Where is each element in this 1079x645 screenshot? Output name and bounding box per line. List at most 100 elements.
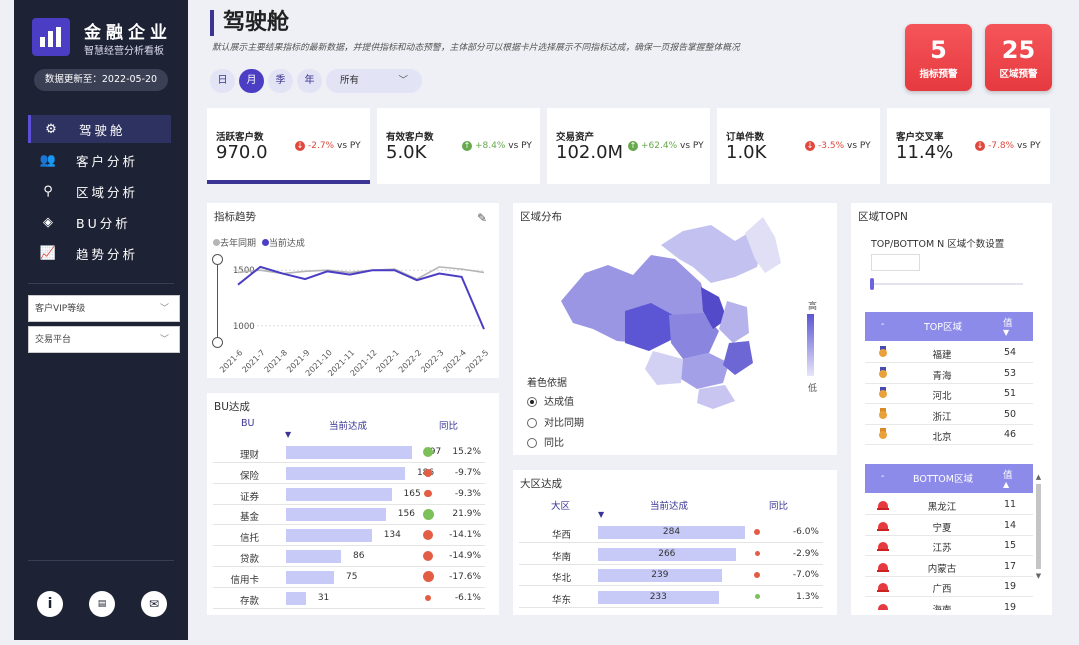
kpi-card-cross-rate[interactable]: 客户交叉率 11.4% ↓ -7.8% vs PY [887, 108, 1050, 184]
value-bar [286, 570, 334, 584]
radio-circle [527, 397, 537, 407]
topn-slider-track[interactable] [871, 283, 1023, 285]
kpi-card-valid-customers[interactable]: 有效客户数 5.0K ↑ +8.4% vs PY [377, 108, 540, 184]
legend-high-label: 高 [808, 302, 818, 312]
kpi-delta: ↑ +8.4% vs PY [462, 141, 532, 151]
table-row[interactable]: 海南 19 [865, 597, 1033, 610]
table-row[interactable]: 宁夏 14 [865, 515, 1033, 536]
row-name: 信用卡 [230, 574, 259, 586]
yoy-value: 1.3% [796, 591, 819, 602]
table-row[interactable]: 北京 46 [865, 424, 1033, 445]
value-label: 233 [649, 591, 667, 602]
sort-desc-icon[interactable]: ▼ [598, 510, 604, 519]
region-name: 黑龙江 [927, 502, 957, 513]
nav-item-label: 客户分析 [76, 153, 139, 169]
table-row[interactable]: 信用卡 75 -17.6% [207, 567, 499, 588]
table-row[interactable]: 广西 19 [865, 576, 1033, 597]
scrollbar-thumb[interactable] [1036, 484, 1041, 569]
table-row[interactable]: 福建 54 [865, 342, 1033, 363]
legend-low-label: 低 [808, 384, 818, 394]
value-label: 156 [397, 509, 415, 520]
table-row[interactable]: 青海 53 [865, 363, 1033, 384]
nav-item-region[interactable]: ⚲ 区域分析 [28, 177, 171, 205]
info-icon[interactable]: i [37, 591, 63, 617]
topn-slider-handle[interactable] [870, 278, 874, 290]
panel-title: 大区达成 [520, 478, 562, 490]
radio-achieved-value[interactable]: 达成值 [527, 393, 574, 408]
nav-item-bu[interactable]: ◈ BU分析 [28, 208, 171, 236]
topn-panel: 区域TOPN TOP/BOTTOM N 区域个数设置 - TOP区域 值 ▼ 福… [851, 203, 1052, 615]
table-row[interactable]: 华南 266 -2.9% [513, 544, 837, 565]
document-icon[interactable]: ▤ [89, 591, 115, 617]
nav-item-trend[interactable]: 📈 趋势分析 [28, 239, 171, 267]
period-year-button[interactable]: 年 [297, 69, 322, 93]
arrow-up-icon: ↑ [628, 141, 638, 151]
kpi-title: 有效客户数 [386, 132, 434, 143]
region-name: 青海 [932, 370, 952, 382]
period-month-button[interactable]: 月 [239, 69, 264, 93]
mail-icon[interactable]: ✉ [141, 591, 167, 617]
indicator-alert-card[interactable]: 5 指标预警 [905, 24, 972, 91]
status-dot [754, 594, 760, 599]
nav-item-customer[interactable]: 👥 客户分析 [28, 146, 171, 174]
scroll-up-icon[interactable]: ▲ [1035, 473, 1042, 481]
table-row[interactable]: 证券 165 -9.3% [207, 484, 499, 505]
value-label: 284 [662, 527, 681, 537]
kpi-card-active-customers[interactable]: 活跃客户数 970.0 ↓ -2.7% vs PY [207, 108, 370, 184]
radio-compare-period[interactable]: 对比同期 [527, 414, 584, 429]
table-row[interactable]: 浙江 50 [865, 404, 1033, 425]
nav-item-label: BU分析 [76, 215, 131, 231]
brand-subtitle: 智慧经营分析看板 [84, 46, 164, 57]
region-value: 14 [1003, 519, 1017, 531]
period-day-button[interactable]: 日 [210, 69, 235, 93]
kpi-delta: ↓ -3.5% vs PY [805, 141, 871, 151]
kpi-delta: ↑ +62.4% vs PY [628, 141, 704, 151]
row-name: 贷款 [239, 554, 259, 565]
table-row[interactable]: 基金 156 21.9% [207, 504, 499, 526]
chevron-down-icon: ﹀ [159, 304, 169, 314]
scroll-down-icon[interactable]: ▼ [1035, 572, 1042, 580]
column-header-current: 当前达成 [650, 501, 689, 512]
radio-label: 达成值 [544, 397, 574, 408]
table-row[interactable]: 存款 31 -6.1% [207, 588, 499, 609]
region-name: 北京 [932, 432, 952, 443]
table-row[interactable]: 华北 239 -7.0% [513, 565, 837, 586]
table-row[interactable]: 理财19715.2% [207, 442, 499, 463]
header-cell: - [881, 471, 885, 482]
divider [28, 560, 174, 561]
period-quarter-button[interactable]: 季 [268, 69, 293, 93]
table-row[interactable]: 黑龙江 11 [865, 494, 1033, 515]
table-row[interactable]: 信托 134 -14.1% [207, 525, 499, 547]
x-tick-label: 2022-2 [397, 348, 423, 374]
table-row[interactable]: 华东 233 1.3% [513, 587, 837, 608]
kpi-card-order-count[interactable]: 订单件数 1.0K ↓ -3.5% vs PY [717, 108, 880, 184]
x-tick-label: 2022-3 [419, 348, 445, 374]
value-label: 134 [383, 530, 401, 541]
region-alert-card[interactable]: 25 区域预警 [985, 24, 1052, 91]
table-row[interactable]: 河北 51 [865, 383, 1033, 404]
table-row[interactable]: 贷款 86 -14.9% [207, 546, 499, 567]
sort-desc-icon[interactable]: ▼ [1003, 328, 1009, 337]
nav-item-cockpit[interactable]: ⚙ 驾驶舱 [28, 115, 171, 143]
table-row[interactable]: 保险186-9.7% [207, 463, 499, 484]
vip-level-select[interactable]: 客户VIP等级 ﹀ [28, 295, 180, 322]
scope-select[interactable]: 所有 ﹀ [326, 69, 422, 93]
platform-select[interactable]: 交易平台 ﹀ [28, 326, 180, 353]
sort-desc-icon[interactable]: ▼ [285, 430, 291, 439]
trophy-icon [878, 407, 888, 420]
radio-label: 对比同期 [544, 418, 584, 429]
kpi-card-trade-assets[interactable]: 交易资产 102.0M ↑ +62.4% vs PY [547, 108, 710, 184]
row-name: 保险 [239, 470, 259, 482]
table-row[interactable]: 江苏 15 [865, 535, 1033, 556]
table-row[interactable]: 华西 284 -6.0% [513, 522, 837, 543]
status-dot [422, 530, 434, 541]
value-bar [286, 550, 341, 563]
cube-icon: ◈ [43, 214, 53, 230]
table-row[interactable]: 内蒙古 17 [865, 556, 1033, 577]
series-line-current[interactable] [237, 265, 485, 330]
radio-yoy[interactable]: 同比 [527, 434, 564, 449]
topn-count-input[interactable] [871, 254, 920, 271]
sort-asc-icon[interactable]: ▲ [1003, 480, 1009, 489]
logo-bar-chart-icon [32, 18, 70, 56]
scrollbar[interactable]: ▲ ▼ [1035, 473, 1042, 598]
